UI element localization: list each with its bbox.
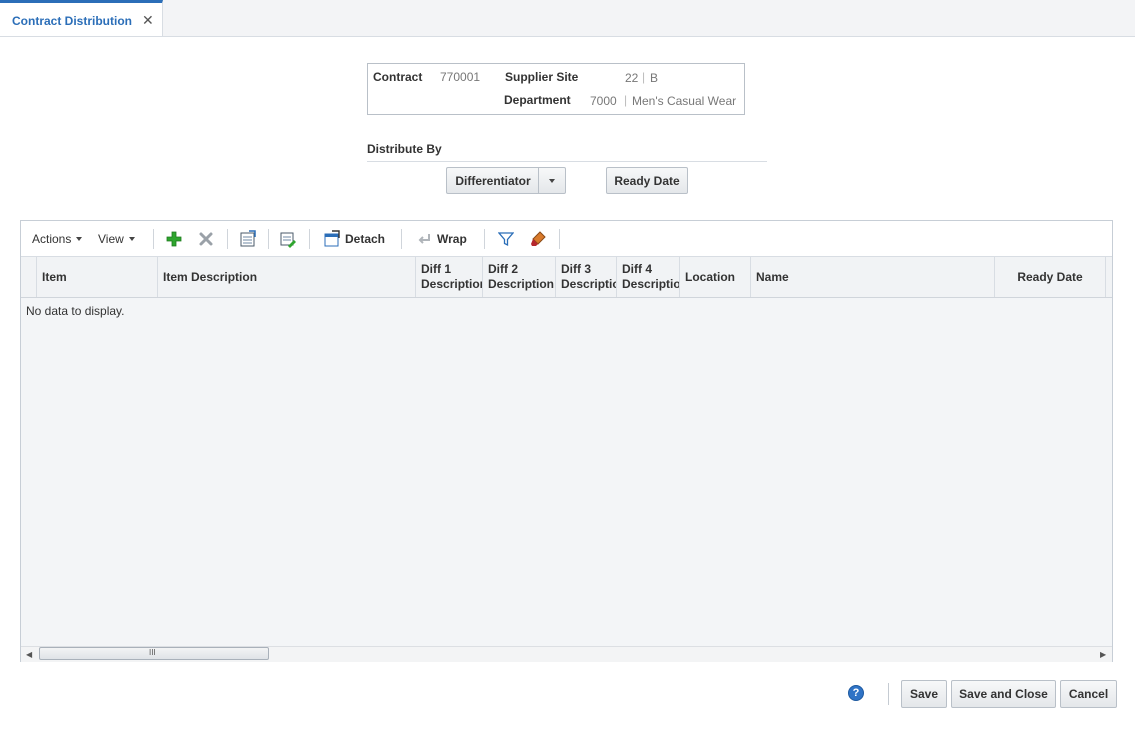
clear-filter-button[interactable]: [530, 221, 546, 256]
toolbar-separator: [268, 229, 269, 249]
department-name: Men's Casual Wear: [632, 94, 737, 108]
column-header-item-description[interactable]: Item Description: [158, 257, 416, 297]
export-icon: [240, 229, 256, 246]
department-label: Department: [504, 93, 571, 107]
scrollbar-grip: III: [149, 648, 156, 657]
separator: |: [624, 93, 628, 107]
chevron-down-icon: [76, 236, 83, 241]
column-label: Ready Date: [1017, 270, 1083, 284]
column-header-diff1-description[interactable]: Diff 1 Description: [416, 257, 483, 297]
save-and-close-label: Save and Close: [959, 687, 1048, 701]
contract-label: Contract: [373, 70, 423, 84]
tab-contract-distribution[interactable]: Contract Distribution ✕: [0, 0, 163, 36]
delete-icon: [199, 232, 213, 245]
supplier-site-id: 22: [625, 71, 639, 85]
column-label: Diff 2: [488, 262, 518, 276]
actions-menu[interactable]: Actions: [32, 221, 83, 256]
cancel-label: Cancel: [1068, 687, 1109, 701]
toolbar-separator: [153, 229, 154, 249]
save-label: Save: [909, 687, 939, 701]
help-icon[interactable]: ?: [848, 685, 864, 701]
column-header-location[interactable]: Location: [680, 257, 751, 297]
toolbar-separator: [309, 229, 310, 249]
save-and-close-button[interactable]: Save and Close: [951, 680, 1056, 708]
column-label: Diff 1: [421, 262, 451, 276]
column-label: Name: [756, 270, 789, 284]
column-label: Item Description: [163, 270, 258, 284]
column-label: Item: [42, 270, 67, 284]
table-toolbar: Actions View Detach Wrap: [21, 221, 1112, 257]
column-header-name[interactable]: Name: [751, 257, 995, 297]
supplier-site-name: B: [650, 71, 659, 85]
contract-value: 770001: [440, 70, 481, 84]
wrap-label: Wrap: [437, 231, 467, 246]
column-label: Diff 4: [622, 262, 652, 276]
wrap-icon: [418, 233, 430, 244]
toolbar-separator: [401, 229, 402, 249]
column-label: Description: [561, 277, 616, 291]
actions-label: Actions: [32, 231, 72, 246]
row-selector-header: [21, 257, 37, 297]
ready-date-label: Ready Date: [614, 173, 680, 188]
supplier-site-label: Supplier Site: [505, 70, 579, 84]
column-label: Diff 3: [561, 262, 591, 276]
edit-icon: [280, 232, 296, 248]
empty-table-message: No data to display.: [26, 304, 125, 318]
column-header-ready-date[interactable]: Ready Date: [995, 257, 1106, 297]
divider: [367, 161, 767, 162]
column-header-diff4-description[interactable]: Diff 4 Description: [617, 257, 680, 297]
tab-strip: [0, 0, 1135, 37]
scroll-left-icon[interactable]: ◀: [26, 650, 32, 659]
tab-label: Contract Distribution: [12, 14, 132, 28]
add-icon: [166, 231, 182, 246]
filter-icon: [498, 231, 514, 246]
column-label: Location: [685, 270, 735, 284]
toolbar-separator: [559, 229, 560, 249]
toolbar-separator: [227, 229, 228, 249]
add-button[interactable]: [165, 221, 183, 256]
detach-icon: [324, 229, 340, 246]
eraser-icon: [531, 230, 546, 246]
differentiator-button[interactable]: Differentiator: [446, 167, 539, 194]
chevron-down-icon: [549, 178, 555, 183]
distribute-by-title: Distribute By: [367, 142, 442, 156]
detach-label: Detach: [345, 231, 386, 246]
column-header-diff2-description[interactable]: Diff 2 Description: [483, 257, 556, 297]
close-icon[interactable]: ✕: [142, 12, 154, 29]
separator: |: [642, 70, 646, 84]
save-button[interactable]: Save: [901, 680, 947, 708]
toolbar-separator: [484, 229, 485, 249]
filter-button[interactable]: [498, 221, 514, 256]
chevron-down-icon: [128, 236, 135, 241]
scroll-right-icon[interactable]: ▶: [1100, 650, 1106, 659]
edit-button[interactable]: [279, 221, 297, 256]
view-menu[interactable]: View: [98, 221, 135, 256]
column-label: Description: [488, 277, 555, 291]
differentiator-dropdown-button[interactable]: [538, 167, 566, 194]
wrap-button[interactable]: Wrap: [417, 221, 467, 256]
view-label: View: [98, 231, 124, 246]
column-label: Description: [622, 277, 680, 291]
column-header-item[interactable]: Item: [37, 257, 158, 297]
table-header: Item Item Description Diff 1 Description…: [21, 257, 1112, 298]
cancel-button[interactable]: Cancel: [1060, 680, 1117, 708]
footer-separator: [888, 683, 889, 705]
ready-date-button[interactable]: Ready Date: [606, 167, 688, 194]
detach-button[interactable]: Detach: [323, 221, 385, 256]
department-id: 7000: [590, 94, 617, 108]
column-label: Description: [421, 277, 483, 291]
export-button[interactable]: [239, 221, 257, 256]
delete-button[interactable]: [198, 221, 214, 256]
differentiator-label: Differentiator: [455, 173, 531, 188]
column-header-diff3-description[interactable]: Diff 3 Description: [556, 257, 617, 297]
